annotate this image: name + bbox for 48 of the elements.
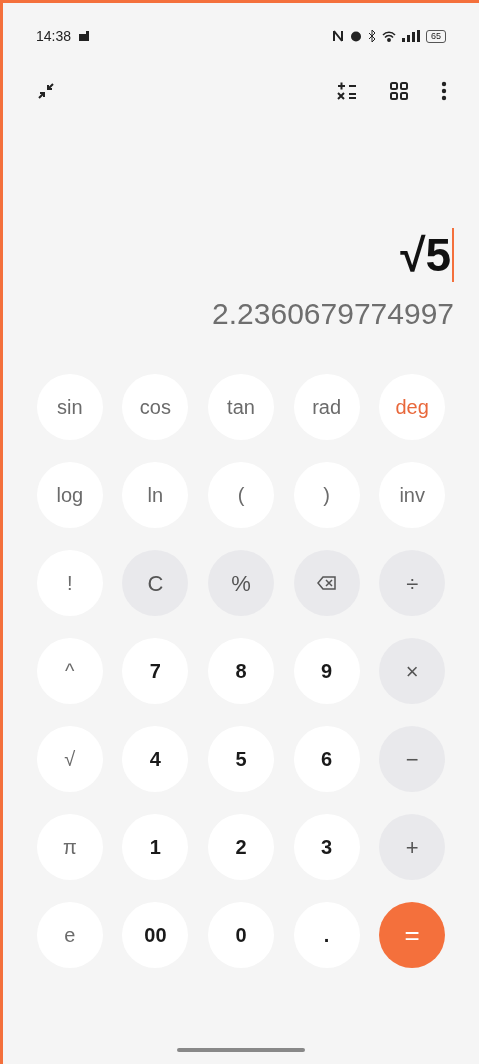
function-key[interactable]: sin	[36, 374, 103, 440]
status-time: 14:38	[36, 26, 72, 46]
digit-key[interactable]: 00	[122, 902, 189, 968]
function-key[interactable]: )	[293, 462, 360, 528]
wifi-icon	[382, 30, 396, 42]
operator-key[interactable]: ×	[379, 638, 446, 704]
nfc-icon	[332, 30, 344, 42]
digit-key[interactable]: 9	[293, 638, 360, 704]
text-cursor	[452, 228, 454, 282]
function-key[interactable]: (	[208, 462, 274, 528]
operator-key[interactable]: C	[122, 550, 189, 616]
function-key[interactable]: ln	[122, 462, 189, 528]
function-key[interactable]: e	[36, 902, 103, 968]
angle-mode-key[interactable]: rad	[293, 374, 360, 440]
expression-display: √5	[400, 227, 451, 283]
digit-key[interactable]: .	[293, 902, 360, 968]
digit-key[interactable]: 3	[293, 814, 360, 880]
operator-key[interactable]: +	[379, 814, 446, 880]
digit-key[interactable]: 4	[122, 726, 189, 792]
function-key[interactable]: ^	[36, 638, 103, 704]
digit-key[interactable]: 7	[122, 638, 189, 704]
operator-key[interactable]: %	[208, 550, 274, 616]
result-display: 2.2360679774997	[212, 296, 454, 332]
arithmetic-symbols-icon[interactable]	[337, 81, 357, 101]
bluetooth-icon	[368, 30, 376, 42]
operator-key[interactable]: ÷	[379, 550, 446, 616]
function-key[interactable]: !	[36, 550, 103, 616]
digit-key[interactable]: 8	[208, 638, 274, 704]
digit-key[interactable]: 5	[208, 726, 274, 792]
function-key[interactable]: inv	[379, 462, 446, 528]
digit-key[interactable]: 6	[293, 726, 360, 792]
angle-mode-key[interactable]: deg	[379, 374, 446, 440]
grid-icon[interactable]	[390, 82, 408, 100]
function-key[interactable]: √	[36, 726, 103, 792]
function-key[interactable]: π	[36, 814, 103, 880]
battery-indicator: 65	[426, 29, 446, 43]
function-key[interactable]: log	[36, 462, 103, 528]
signal-icon	[402, 30, 420, 42]
digit-key[interactable]: 0	[208, 902, 274, 968]
function-key[interactable]: tan	[208, 374, 274, 440]
collapse-arrows-icon[interactable]	[37, 82, 55, 100]
digit-key[interactable]: 2	[208, 814, 274, 880]
backspace-icon	[316, 576, 337, 590]
more-options-icon[interactable]	[441, 81, 447, 101]
notification-icon	[79, 31, 90, 41]
digit-key[interactable]: 1	[122, 814, 189, 880]
operator-key[interactable]: −	[379, 726, 446, 792]
function-key[interactable]: cos	[122, 374, 189, 440]
